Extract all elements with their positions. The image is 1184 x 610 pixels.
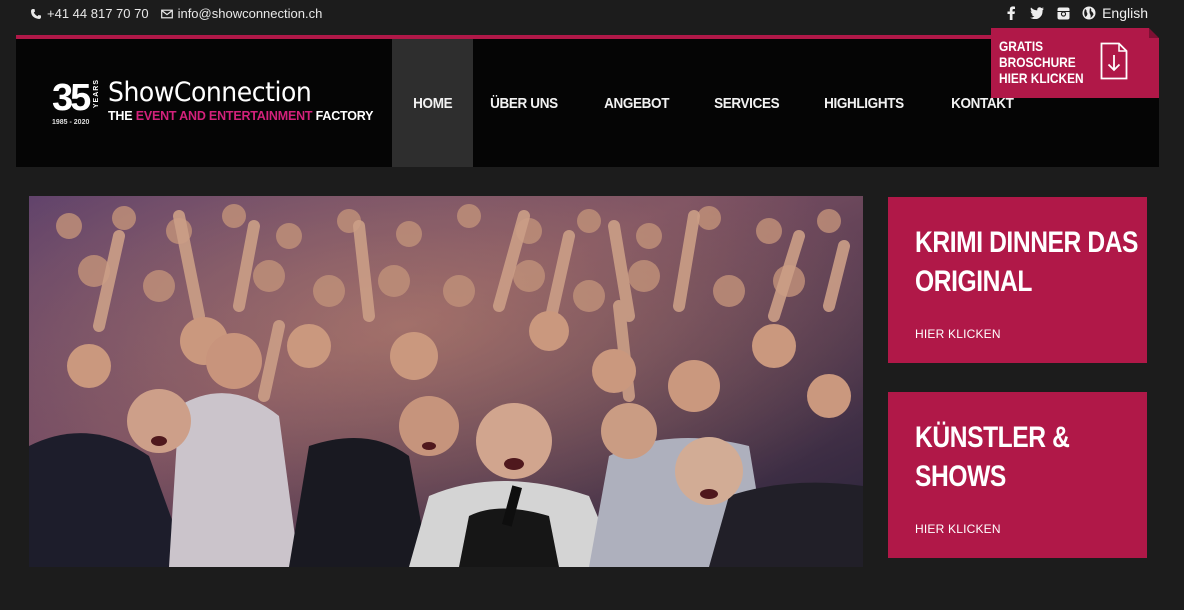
envelope-icon	[160, 9, 173, 18]
language-switch[interactable]: English	[1102, 5, 1148, 21]
nav-item-ueber-uns[interactable]: ÜBER UNS	[473, 39, 575, 167]
brochure-corner-fold	[1149, 28, 1159, 38]
card-link[interactable]: HIER KLICKEN	[915, 522, 1001, 536]
download-document-icon	[1100, 42, 1128, 80]
brochure-label: GRATIS BROSCHURE HIER KLICKEN	[999, 38, 1084, 86]
logo-dates: 1985 - 2020	[52, 119, 90, 126]
contact-info: +41 44 817 70 70 info@showconnection.ch	[30, 6, 334, 21]
twitter-icon[interactable]	[1030, 6, 1045, 20]
nav-item-services[interactable]: SERVICES	[697, 39, 796, 167]
nav-item-angebot[interactable]: ANGEBOT	[587, 39, 686, 167]
card-kuenstler-shows[interactable]: KÜNSTLER & SHOWS HIER KLICKEN	[888, 392, 1147, 558]
globe-icon[interactable]	[1082, 6, 1096, 20]
email-link[interactable]: info@showconnection.ch	[160, 6, 323, 21]
site-logo[interactable]: 35 YEARS 1985 - 2020 ShowConnection THE …	[52, 75, 373, 131]
card-title: KRIMI DINNER DAS ORIGINAL	[915, 226, 1139, 298]
email-address: info@showconnection.ch	[177, 6, 323, 21]
phone-number: +41 44 817 70 70	[47, 6, 149, 21]
logo-years-label: YEARS	[93, 79, 100, 109]
brochure-button[interactable]: GRATIS BROSCHURE HIER KLICKEN	[991, 28, 1159, 98]
main-navigation: HOME ÜBER UNS ANGEBOT SERVICES HIGHLIGHT…	[392, 39, 1041, 167]
site-header: 35 YEARS 1985 - 2020 ShowConnection THE …	[16, 39, 1159, 167]
hero-image-illustration	[29, 196, 863, 567]
phone-icon	[31, 8, 41, 19]
hero-crowd-photo	[29, 196, 863, 567]
phone-link[interactable]: +41 44 817 70 70	[30, 6, 149, 21]
card-title: KÜNSTLER & SHOWS	[915, 421, 1070, 493]
facebook-icon[interactable]	[1004, 6, 1018, 20]
logo-tagline: THE EVENT AND ENTERTAINMENT FACTORY	[108, 109, 374, 123]
logo-anniversary-number: 35	[52, 77, 91, 119]
social-links: English	[992, 5, 1148, 21]
top-bar: +41 44 817 70 70 info@showconnection.ch …	[0, 0, 1184, 30]
instagram-icon[interactable]	[1056, 6, 1070, 20]
card-link[interactable]: HIER KLICKEN	[915, 327, 1001, 341]
logo-brand-name: ShowConnection	[108, 77, 312, 108]
nav-item-home[interactable]: HOME	[392, 39, 474, 167]
nav-item-highlights[interactable]: HIGHLIGHTS	[807, 39, 921, 167]
card-krimi-dinner[interactable]: KRIMI DINNER DAS ORIGINAL HIER KLICKEN	[888, 197, 1147, 363]
